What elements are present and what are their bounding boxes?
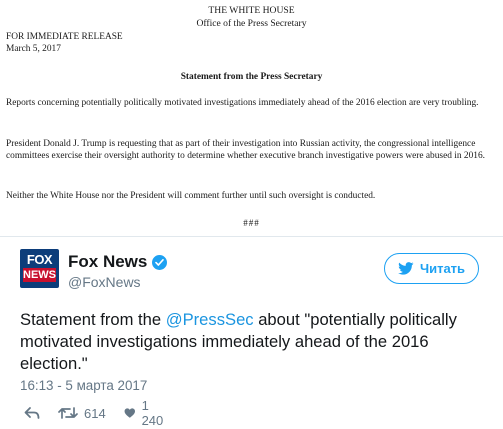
avatar-fox-text: FOX	[26, 252, 53, 267]
statement-release: FOR IMMEDIATE RELEASE	[6, 32, 123, 42]
press-statement-image: THE WHITE HOUSE Office of the Press Secr…	[0, 0, 503, 236]
tweet-card: FOX NEWS Fox News @FoxNews Читать Statem…	[0, 236, 503, 429]
statement-end-mark: ###	[243, 218, 260, 228]
avatar-news-text: NEWS	[23, 268, 56, 282]
tweet-timestamp[interactable]: 16:13 - 5 марта 2017	[20, 378, 147, 393]
follow-button[interactable]: Читать	[384, 253, 479, 284]
like-button[interactable]: 1 240	[124, 398, 167, 428]
statement-office: Office of the Press Secretary	[196, 18, 307, 29]
mention-link[interactable]: @PressSec	[166, 310, 254, 329]
heart-icon	[124, 408, 135, 418]
avatar[interactable]: FOX NEWS	[20, 249, 59, 288]
statement-paragraph: President Donald J. Trump is requesting …	[6, 139, 486, 161]
reply-icon	[24, 407, 40, 419]
tweet-text-before: Statement from the	[20, 310, 166, 329]
verified-badge-icon	[152, 255, 167, 270]
follow-label: Читать	[419, 261, 466, 276]
statement-date: March 5, 2017	[6, 44, 61, 54]
retweet-icon	[58, 407, 78, 419]
retweet-button[interactable]: 614	[58, 404, 106, 422]
statement-header: THE WHITE HOUSE Office of the Press Secr…	[0, 5, 503, 30]
like-count: 1 240	[141, 398, 164, 428]
tweet-text: Statement from the @PressSec about "pote…	[20, 309, 480, 375]
statement-paragraph: Neither the White House nor the Presiden…	[6, 191, 376, 201]
retweet-count: 614	[84, 405, 106, 421]
bird-icon	[398, 262, 414, 275]
reply-button[interactable]	[24, 404, 40, 422]
account-name[interactable]: Fox News	[68, 252, 147, 272]
statement-title: Statement from the Press Secretary	[180, 72, 323, 82]
statement-org: THE WHITE HOUSE	[208, 5, 295, 16]
statement-paragraph: Reports concerning potentially political…	[6, 98, 479, 108]
account-handle[interactable]: @FoxNews	[68, 274, 141, 290]
